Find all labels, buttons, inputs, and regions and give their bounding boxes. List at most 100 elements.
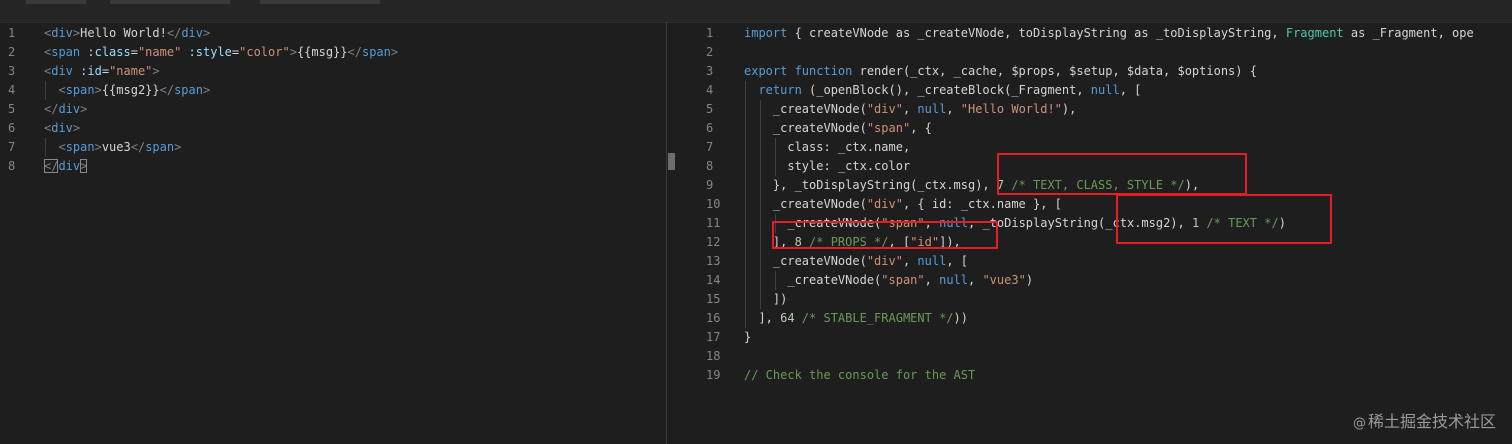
code-token: , { id: _ctx.name }, [: [902, 197, 1062, 211]
line-number: 7: [8, 140, 16, 154]
line-number: 11: [706, 216, 721, 230]
code-line[interactable]: 13 _createVNode("div", null, [: [668, 252, 1512, 271]
code-token: "Hello World!": [960, 102, 1062, 116]
code-token: _createVNode(: [744, 102, 867, 116]
code-token: ,: [946, 102, 961, 116]
code-token: >: [72, 121, 81, 135]
code-token: </: [44, 102, 59, 116]
code-token: class: _ctx.name,: [744, 140, 911, 154]
code-line[interactable]: 18: [668, 347, 1512, 366]
line-number: 5: [8, 102, 16, 116]
code-line[interactable]: 8 </div>: [0, 157, 666, 176]
code-token: null: [1090, 83, 1120, 97]
code-token: null: [939, 273, 968, 287]
top-bar: [0, 0, 1512, 23]
indent-guide: [745, 81, 746, 328]
code-token: "div": [866, 254, 903, 268]
code-line[interactable]: 3 <div :id="name">: [0, 62, 666, 81]
code-text: style: _ctx.color: [744, 157, 910, 176]
code-line[interactable]: 14 _createVNode("span", null, "vue3"): [668, 271, 1512, 290]
code-line[interactable]: 6 <div>: [0, 119, 666, 138]
code-token: Hello World!: [80, 26, 167, 40]
code-line[interactable]: 2: [668, 43, 1512, 62]
line-number: 15: [706, 292, 721, 306]
code-token: ),: [1061, 102, 1077, 116]
code-token: { createVNode as _createVNode, toDisplay…: [787, 26, 1286, 40]
code-token: }, _toDisplayString(_ctx.msg),: [744, 178, 997, 192]
line-number: 8: [8, 159, 16, 173]
code-token: "color": [239, 45, 290, 59]
code-token: span: [51, 45, 81, 59]
line-number: 16: [706, 311, 721, 325]
code-text: _createVNode("div", null, "Hello World!"…: [744, 100, 1076, 119]
code-token: >: [80, 159, 88, 173]
code-token: _createVNode(: [744, 254, 867, 268]
code-token: ,: [924, 273, 940, 287]
line-number: 10: [706, 197, 721, 211]
line-number: 9: [706, 178, 714, 192]
code-token: ,: [902, 102, 918, 116]
code-text: return (_openBlock(), _createBlock(_Frag…: [744, 81, 1141, 100]
code-line[interactable]: 3 export function render(_ctx, _cache, $p…: [668, 62, 1512, 81]
code-text: _createVNode("div", { id: _ctx.name }, [: [744, 195, 1062, 214]
line-number: 14: [706, 273, 721, 287]
code-token: style: _ctx.color: [744, 159, 911, 173]
code-text: import { createVNode as _createVNode, to…: [744, 24, 1474, 43]
line-number: 4: [8, 83, 16, 97]
code-token: "vue3": [982, 273, 1026, 287]
code-line[interactable]: 5 _createVNode("div", null, "Hello World…: [668, 100, 1512, 119]
code-text: // Check the console for the AST: [744, 366, 975, 385]
line-number: 6: [8, 121, 16, 135]
template-editor-pane[interactable]: 1 <div>Hello World!</div> 2 <span :class="n…: [0, 22, 667, 444]
code-line[interactable]: 16 ], 64 /* STABLE_FRAGMENT */)): [668, 309, 1512, 328]
code-token: ],: [744, 311, 781, 325]
tab-strip-fragment: [110, 0, 230, 4]
tab-strip-fragment: [26, 0, 86, 4]
code-line[interactable]: 5 </div>: [0, 100, 666, 119]
code-token: =: [130, 45, 138, 59]
indent-guide: [760, 100, 761, 309]
code-token: >: [94, 83, 102, 97]
code-token: "span": [866, 121, 911, 135]
code-token: // Check the console for the AST: [744, 368, 976, 382]
code-token: )): [953, 311, 968, 325]
code-token: span: [361, 45, 391, 59]
line-number: 1: [8, 26, 16, 40]
code-line[interactable]: 15 ]): [668, 290, 1512, 309]
code-line[interactable]: 17}: [668, 328, 1512, 347]
code-token: {{msg}}: [296, 45, 348, 59]
code-token: ]): [744, 292, 788, 306]
code-token: ,: [968, 273, 983, 287]
line-number: 19: [706, 368, 721, 382]
code-token: "div": [866, 197, 903, 211]
code-line[interactable]: 10 _createVNode("div", { id: _ctx.name }…: [668, 195, 1512, 214]
code-line[interactable]: 6 _createVNode("span", {: [668, 119, 1512, 138]
line-number: 7: [706, 140, 714, 154]
code-token: {{msg2}}: [101, 83, 160, 97]
code-token: :style: [181, 45, 232, 59]
code-text: export function render(_ctx, _cache, $pr…: [744, 62, 1257, 81]
code-line[interactable]: 4 <span>{{msg2}}</span>: [0, 81, 666, 100]
code-token: </: [44, 159, 59, 173]
code-line[interactable]: 4 return (_openBlock(), _createBlock(_Fr…: [668, 81, 1512, 100]
code-line[interactable]: 1 <div>Hello World!</div>: [0, 24, 666, 43]
code-token: div: [58, 102, 81, 116]
code-token: ,: [902, 254, 918, 268]
code-token: >: [174, 140, 182, 154]
code-line[interactable]: 1 import { createVNode as _createVNode, t…: [668, 24, 1512, 43]
code-text: class: _ctx.name,: [744, 138, 910, 157]
line-number: 18: [706, 349, 721, 363]
line-number: 4: [706, 83, 714, 97]
code-token: >: [80, 102, 88, 116]
code-text: <span>vue3</span>: [44, 138, 181, 157]
code-line[interactable]: 7 <span>vue3</span>: [0, 138, 666, 157]
code-token: export function: [744, 64, 853, 78]
code-token: }: [744, 330, 752, 344]
code-line[interactable]: 2 <span :class="name" :style="color">{{ms…: [0, 43, 666, 62]
watermark-symbol: @: [1352, 416, 1366, 431]
code-line[interactable]: 19 // Check the console for the AST: [668, 366, 1512, 385]
code-text: ], 64 /* STABLE_FRAGMENT */)): [744, 309, 968, 328]
line-number: 5: [706, 102, 714, 116]
tab-strip-fragment: [260, 0, 380, 4]
code-token: _createVNode(: [744, 121, 867, 135]
